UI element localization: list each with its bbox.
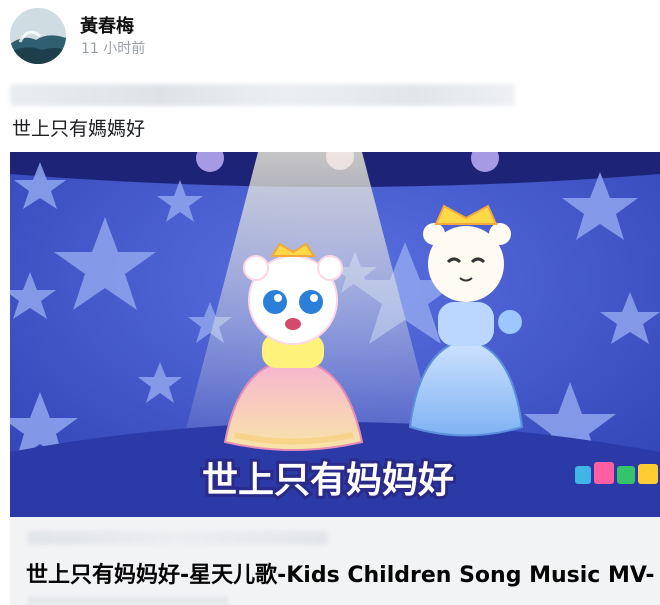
link-subtitle-blurred bbox=[28, 597, 228, 605]
post-text: 世上只有媽媽好 bbox=[12, 118, 146, 140]
blurred-text bbox=[10, 84, 515, 106]
link-title[interactable]: 世上只有妈妈好-星天儿歌-Kids Children Song Music MV… bbox=[26, 557, 654, 589]
author-avatar[interactable] bbox=[10, 8, 66, 64]
avatar-image bbox=[10, 8, 66, 64]
link-source-blurred bbox=[28, 531, 328, 545]
video-overlay-title: 世上只有妈妈好 bbox=[202, 460, 454, 501]
link-preview[interactable]: 世上只有妈妈好-星天儿歌-Kids Children Song Music MV… bbox=[10, 517, 660, 605]
post-author-name[interactable]: 黃春梅 bbox=[80, 12, 134, 38]
video-thumbnail[interactable]: 世上只有妈妈好 bbox=[10, 152, 660, 517]
cartoon-scene: 世上只有妈妈好 bbox=[10, 152, 660, 517]
post-timestamp[interactable]: 11 小时前 bbox=[81, 38, 145, 58]
